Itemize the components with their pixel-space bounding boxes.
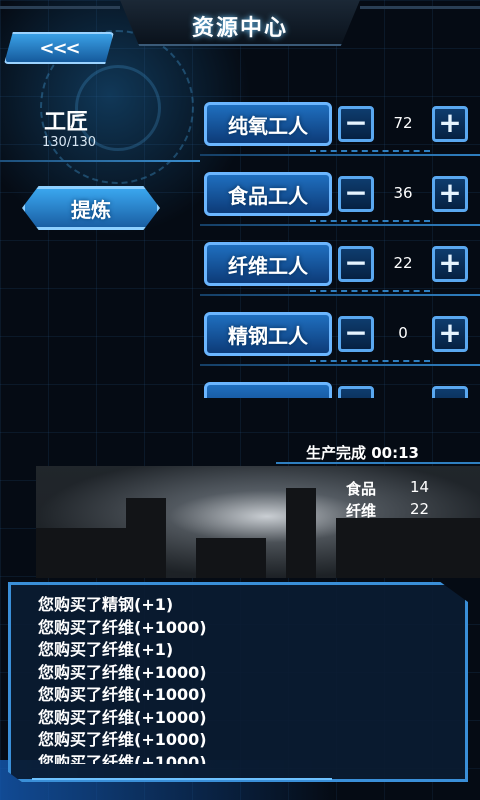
plus-button[interactable]: + <box>432 246 468 282</box>
resource-name: 纤维 <box>346 502 377 520</box>
minus-button[interactable]: − <box>338 316 374 352</box>
row-divider <box>200 364 480 366</box>
log-entry: 您购买了精钢(+1) <box>38 595 174 614</box>
worker-row: 纤维工人 − 22 + <box>0 238 480 298</box>
worker-type-button-partial[interactable] <box>204 382 332 398</box>
minus-button[interactable]: − <box>338 246 374 282</box>
row-divider-dash <box>310 150 430 154</box>
row-divider <box>200 224 480 226</box>
worker-row: 食品工人 − 36 + <box>0 168 480 228</box>
minus-button[interactable]: − <box>338 106 374 142</box>
log-entry: 您购买了纤维(+1000) <box>38 752 207 765</box>
worker-value: 72 <box>393 114 413 132</box>
plus-button[interactable]: + <box>432 176 468 212</box>
ruin-shape <box>286 488 316 578</box>
top-bar-line-left <box>0 6 120 9</box>
resource-name: 食品 <box>346 480 377 498</box>
log-entry: 您购买了纤维(+1000) <box>38 685 207 704</box>
back-button[interactable]: <<< <box>4 32 114 64</box>
worker-row: 精钢工人 − 0 + <box>0 308 480 368</box>
row-divider-dash <box>310 290 430 294</box>
row-divider-dash <box>310 360 430 364</box>
log-entry: 您购买了纤维(+1000) <box>38 730 207 749</box>
worker-type-button[interactable]: 精钢工人 <box>204 312 332 356</box>
worker-value: 0 <box>398 324 408 342</box>
plus-button-partial[interactable] <box>432 386 468 398</box>
resource-value: 14 <box>410 478 430 496</box>
worker-list: 纯氧工人 − 72 + 食品工人 − 36 + 纤维工人 − 22 + 精钢工人… <box>0 98 480 398</box>
log-entry: 您购买了纤维(+1000) <box>38 662 207 682</box>
row-divider <box>200 154 480 156</box>
log-entry: 您购买了纤维(+1000) <box>38 707 207 727</box>
worker-value: 36 <box>393 184 413 202</box>
worker-row-partial <box>0 378 480 398</box>
worker-value: 22 <box>393 254 413 272</box>
worker-type-button[interactable]: 纯氧工人 <box>204 102 332 146</box>
resource-value: 22 <box>410 500 430 518</box>
plus-button[interactable]: + <box>432 106 468 142</box>
row-divider <box>200 294 480 296</box>
log-bottom-line <box>32 778 332 780</box>
minus-button[interactable]: − <box>338 176 374 212</box>
row-divider-dash <box>310 220 430 224</box>
ruin-shape <box>336 518 480 578</box>
ruin-shape <box>126 498 166 578</box>
worker-type-button[interactable]: 食品工人 <box>204 172 332 216</box>
top-bar-line-right <box>360 6 480 9</box>
production-divider <box>276 462 480 464</box>
worker-row: 纯氧工人 − 72 + <box>0 98 480 158</box>
log-entry: 您购买了纤维(+1) <box>38 640 174 659</box>
plus-button[interactable]: + <box>432 316 468 352</box>
production-timer: 生产完成 00:13 <box>306 444 419 462</box>
ruin-shape <box>196 538 266 578</box>
worker-type-button[interactable]: 纤维工人 <box>204 242 332 286</box>
log-list[interactable]: 您购买了精钢(+1) 您购买了纤维(+1000) 您购买了纤维(+1) 您购买了… <box>38 594 458 764</box>
minus-button-partial[interactable] <box>338 386 374 398</box>
log-entry: 您购买了纤维(+1000) <box>38 617 207 637</box>
